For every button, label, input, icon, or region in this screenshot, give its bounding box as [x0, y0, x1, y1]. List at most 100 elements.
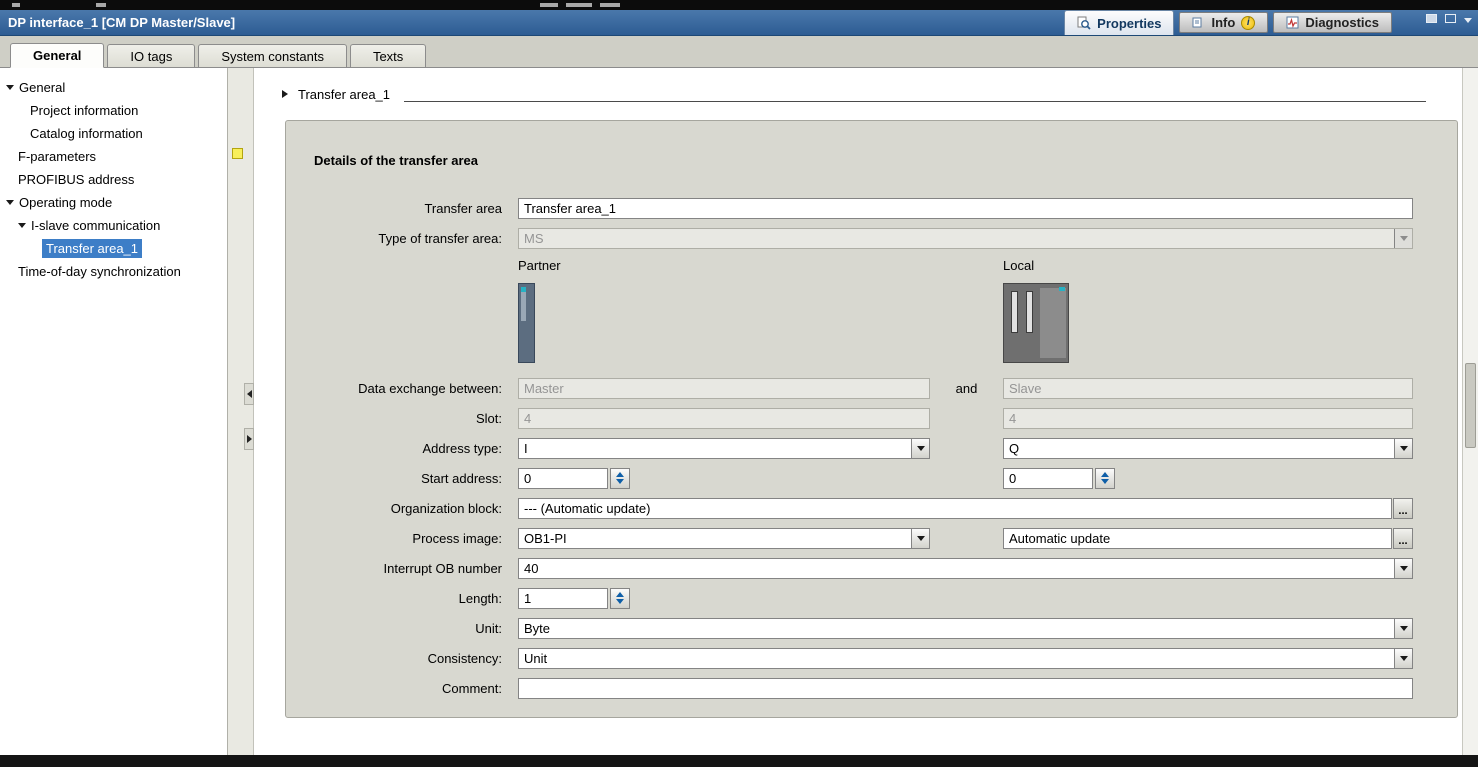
data-exchange-partner-value: Master	[524, 381, 564, 396]
tree-item-catalog-information[interactable]: Catalog information	[0, 122, 227, 145]
row-comment: Comment:	[286, 673, 1457, 703]
diagnostics-tab[interactable]: Diagnostics	[1273, 12, 1392, 33]
splitter-column	[228, 68, 254, 755]
length-input[interactable]	[518, 588, 608, 609]
address-type-partner-select[interactable]: I	[518, 438, 930, 459]
chevron-down-icon[interactable]	[1464, 18, 1472, 23]
tree-item-f-parameters[interactable]: F-parameters	[0, 145, 227, 168]
unit-label: Unit:	[286, 621, 510, 636]
comment-label: Comment:	[286, 681, 510, 696]
row-length: Length:	[286, 583, 1457, 613]
length-label: Length:	[286, 591, 510, 606]
tab-io-tags[interactable]: IO tags	[107, 44, 195, 67]
data-exchange-local-field: Slave	[1003, 378, 1413, 399]
titlebar: DP interface_1 [CM DP Master/Slave] Prop…	[0, 10, 1478, 36]
transfer-area-input[interactable]	[518, 198, 1413, 219]
start-address-partner-spinner[interactable]	[610, 468, 630, 489]
collapse-pane-icon[interactable]	[1445, 14, 1456, 23]
tab-system-constants[interactable]: System constants	[198, 44, 347, 67]
spin-down-icon	[616, 479, 624, 484]
interrupt-ob-number-value: 40	[524, 561, 538, 576]
navigation-tree: General Project information Catalog info…	[0, 68, 228, 755]
local-device-image	[1003, 283, 1069, 363]
interrupt-ob-number-label: Interrupt OB number	[286, 561, 510, 576]
tab-texts-label: Texts	[373, 49, 403, 64]
dropdown-arrow-icon[interactable]	[911, 439, 929, 458]
partner-device-image	[518, 283, 535, 363]
consistency-select[interactable]: Unit	[518, 648, 1413, 669]
start-address-local-input[interactable]	[1003, 468, 1093, 489]
expander-down-icon[interactable]	[6, 200, 14, 205]
tree-item-operating-mode[interactable]: Operating mode	[0, 191, 227, 214]
panel-title: Details of the transfer area	[314, 153, 1457, 169]
unit-select[interactable]: Byte	[518, 618, 1413, 639]
dropdown-arrow-icon[interactable]	[1394, 649, 1412, 668]
row-consistency: Consistency: Unit	[286, 643, 1457, 673]
diagnostics-tab-label: Diagnostics	[1305, 15, 1379, 30]
dropdown-arrow-icon[interactable]	[911, 529, 929, 548]
scrollbar-thumb[interactable]	[1465, 363, 1476, 448]
section-header[interactable]: Transfer area_1	[282, 84, 1432, 104]
toolbar-fragment	[540, 3, 558, 7]
organization-block-browse-button[interactable]: ...	[1393, 498, 1413, 519]
start-address-label: Start address:	[286, 471, 510, 486]
dropdown-arrow-icon[interactable]	[1394, 619, 1412, 638]
dropdown-arrow-icon[interactable]	[1394, 559, 1412, 578]
float-window-icon[interactable]	[1426, 14, 1437, 23]
organization-block-field[interactable]: --- (Automatic update)	[518, 498, 1392, 519]
dropdown-arrow-icon[interactable]	[1394, 439, 1412, 458]
row-slot: Slot: 4 4	[286, 403, 1457, 433]
tree-item-label: Operating mode	[19, 195, 112, 210]
process-image-browse-button[interactable]: ...	[1393, 528, 1413, 549]
vertical-scrollbar[interactable]	[1462, 68, 1478, 755]
expander-down-icon[interactable]	[6, 85, 14, 90]
length-spinner[interactable]	[610, 588, 630, 609]
type-of-transfer-area-label: Type of transfer area:	[286, 231, 510, 246]
interrupt-ob-number-select[interactable]: 40	[518, 558, 1413, 579]
process-image-label: Process image:	[286, 531, 510, 546]
row-data-exchange: Data exchange between: Master and Slave	[286, 373, 1457, 403]
tree-item-time-of-day-synchronization[interactable]: Time-of-day synchronization	[0, 260, 227, 283]
comment-input[interactable]	[518, 678, 1413, 699]
row-transfer-area: Transfer area	[286, 193, 1457, 223]
row-start-address: Start address:	[286, 463, 1457, 493]
properties-tab[interactable]: Properties	[1064, 10, 1174, 35]
row-process-image: Process image: OB1-PI Automatic update	[286, 523, 1457, 553]
process-image-local-value: Automatic update	[1009, 531, 1110, 546]
address-type-partner-value: I	[524, 441, 528, 456]
tab-general[interactable]: General	[10, 43, 104, 68]
partner-column-label: Partner	[518, 258, 930, 273]
section-title: Transfer area_1	[298, 87, 390, 102]
expand-right-button[interactable]	[244, 428, 254, 450]
info-tab-label: Info	[1211, 15, 1235, 30]
process-image-partner-select[interactable]: OB1-PI	[518, 528, 930, 549]
organization-block-value: --- (Automatic update)	[524, 501, 650, 516]
tab-texts[interactable]: Texts	[350, 44, 426, 67]
row-device-images	[286, 277, 1457, 373]
properties-tab-label: Properties	[1097, 16, 1161, 31]
tree-item-label: PROFIBUS address	[18, 172, 134, 187]
tree-item-label: Project information	[30, 103, 138, 118]
tree-item-label-selected: Transfer area_1	[42, 239, 142, 258]
tree-item-project-information[interactable]: Project information	[0, 99, 227, 122]
properties-magnifier-icon	[1077, 16, 1091, 30]
tab-system-constants-label: System constants	[221, 49, 324, 64]
slot-label: Slot:	[286, 411, 510, 426]
organization-block-label: Organization block:	[286, 501, 510, 516]
start-address-partner-input[interactable]	[518, 468, 608, 489]
section-collapse-icon[interactable]	[282, 90, 288, 98]
tree-item-transfer-area-1[interactable]: Transfer area_1	[0, 237, 227, 260]
tree-item-profibus-address[interactable]: PROFIBUS address	[0, 168, 227, 191]
address-type-local-select[interactable]: Q	[1003, 438, 1413, 459]
expander-down-icon[interactable]	[18, 223, 26, 228]
info-tab[interactable]: Info i	[1179, 12, 1268, 33]
process-image-local-field[interactable]: Automatic update	[1003, 528, 1392, 549]
tree-item-general[interactable]: General	[0, 76, 227, 99]
start-address-local-spinner[interactable]	[1095, 468, 1115, 489]
data-exchange-label: Data exchange between:	[286, 381, 510, 396]
tree-item-i-slave-communication[interactable]: I-slave communication	[0, 214, 227, 237]
toolbar-fragment	[566, 3, 592, 7]
row-type-of-transfer-area: Type of transfer area: MS	[286, 223, 1457, 253]
collapse-left-button[interactable]	[244, 383, 254, 405]
top-cropped-strip	[0, 0, 1478, 10]
